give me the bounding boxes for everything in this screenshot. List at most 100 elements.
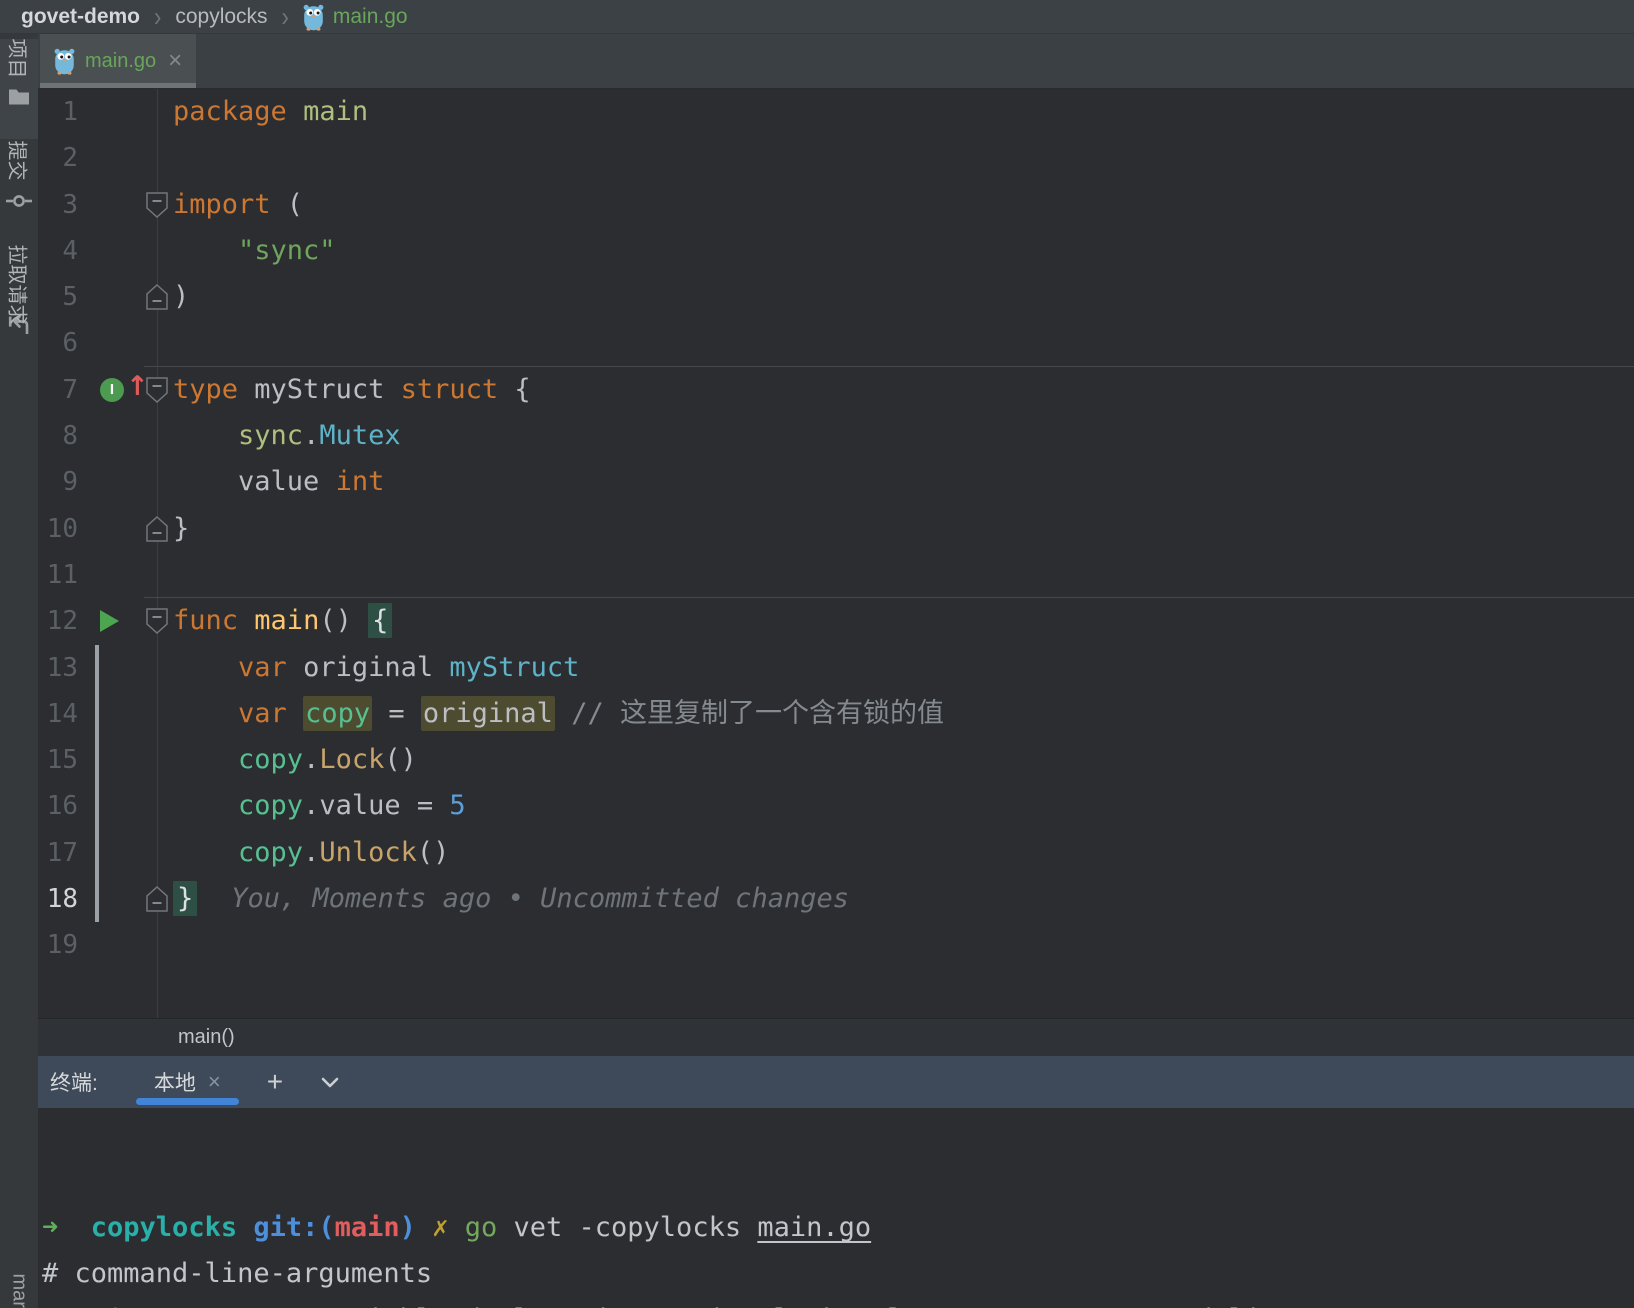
code-line-1: 1 package main xyxy=(38,89,1634,135)
gutter-change-marker xyxy=(95,737,99,784)
line-number[interactable]: 7 xyxy=(38,367,78,413)
terminal-line-3: ./main.go:14:13: variable declaration co… xyxy=(42,1297,1634,1308)
breadcrumb-file[interactable]: main.go xyxy=(333,5,408,29)
commit-icon xyxy=(6,189,32,213)
line-number[interactable]: 1 xyxy=(38,89,78,135)
code-editor[interactable]: 1 package main 2 3 import (4 "sync" 5) 6 7 I ↑ typ… xyxy=(38,89,1634,1018)
line-number[interactable]: 17 xyxy=(38,830,78,876)
code-text: "sync" xyxy=(238,234,336,266)
line-number[interactable]: 2 xyxy=(38,135,78,181)
line-number[interactable]: 6 xyxy=(38,320,78,366)
gutter-change-marker xyxy=(95,644,99,691)
code-line-9: 9 value int xyxy=(38,459,1634,505)
line-number[interactable]: 4 xyxy=(38,228,78,274)
code-text: package main xyxy=(173,96,369,127)
line-number[interactable]: 9 xyxy=(38,459,78,505)
go-file-icon xyxy=(303,4,324,31)
terminal-line-2: # command-line-arguments xyxy=(42,1258,433,1290)
line-number[interactable]: 19 xyxy=(38,922,78,968)
sidebar-item-pull-requests[interactable]: 拉取请求 xyxy=(0,245,38,337)
terminal-title: 终端: xyxy=(50,1072,98,1095)
line-number[interactable]: 12 xyxy=(38,598,78,644)
commit-label: 提交 xyxy=(5,140,28,181)
folder-icon xyxy=(8,87,30,106)
line-number[interactable]: 18 xyxy=(38,876,78,922)
code-line-11: 11 xyxy=(38,552,1634,598)
line-number[interactable]: 15 xyxy=(38,737,78,783)
tab-main-go[interactable]: main.go × xyxy=(40,34,197,88)
code-line-14: 14 var copy = original // 这里复制了一个含有锁的值 xyxy=(38,690,1634,738)
gutter-change-marker xyxy=(95,690,99,738)
code-line-12: 12 func main() { xyxy=(38,597,1634,644)
breadcrumb-project[interactable]: govet-demo xyxy=(21,5,140,29)
line-number[interactable]: 13 xyxy=(38,645,78,691)
fold-marker-end[interactable] xyxy=(146,515,168,542)
code-line-17: 17 copy.Unlock() xyxy=(38,829,1634,877)
terminal-output[interactable]: ➜ copylocks git:(main) ✗ go vet -copyloc… xyxy=(38,1108,1634,1308)
close-icon[interactable]: × xyxy=(208,1069,221,1095)
gutter-change-marker xyxy=(95,783,99,830)
code-text: } xyxy=(173,512,190,544)
footer-breadcrumb-main[interactable]: main() xyxy=(178,1026,235,1049)
breadcrumb-package[interactable]: copylocks xyxy=(175,5,267,29)
chevron-down-icon[interactable] xyxy=(317,1069,343,1095)
fold-marker-start[interactable] xyxy=(146,377,168,403)
code-text: copy.value = 5 xyxy=(238,790,466,822)
fold-marker-start[interactable] xyxy=(146,608,168,635)
line-number[interactable]: 8 xyxy=(38,413,78,459)
new-terminal-button[interactable]: + xyxy=(267,1068,283,1096)
ide-window: govet-demo › copylocks › main.go 项目 提交 拉… xyxy=(0,0,1634,1308)
line-number[interactable]: 3 xyxy=(38,182,78,228)
code-text: value int xyxy=(238,466,385,498)
close-icon[interactable]: × xyxy=(168,49,182,73)
file-location-link[interactable]: ./main.go:14:13 xyxy=(42,1304,286,1308)
sidebar-item-bookmarks[interactable]: marks xyxy=(8,1274,31,1308)
code-line-18: 18} You, Moments ago • Uncommitted change… xyxy=(38,876,1634,923)
code-text: var copy = original // 这里复制了一个含有锁的值 xyxy=(238,695,944,731)
code-text: import ( xyxy=(173,188,304,220)
line-number[interactable]: 10 xyxy=(38,506,78,552)
pull-requests-label: 拉取请求 xyxy=(5,244,28,325)
vcs-inlay-hint[interactable]: You, Moments ago • Uncommitted changes xyxy=(197,883,849,914)
code-line-13: 13 var original myStruct xyxy=(38,644,1634,691)
gutter-change-marker xyxy=(95,876,99,923)
terminal-header: 终端: 本地 × + xyxy=(38,1056,1634,1108)
code-line-8: 8 sync.Mutex xyxy=(38,413,1634,459)
active-terminal-tab-underline xyxy=(135,1098,239,1105)
code-line-4: 4 "sync" xyxy=(38,228,1634,274)
code-text: sync.Mutex xyxy=(238,420,401,452)
terminal-line-1: ➜ copylocks git:(main) ✗ go vet -copyloc… xyxy=(42,1212,872,1244)
code-text: ) xyxy=(173,281,190,313)
sidebar-item-project[interactable]: 项目 xyxy=(0,39,38,106)
code-text: copy.Unlock() xyxy=(238,836,450,868)
fold-marker-end[interactable] xyxy=(146,886,168,912)
run-icon[interactable] xyxy=(100,610,119,633)
code-line-10: 10} xyxy=(38,506,1634,552)
project-label: 项目 xyxy=(5,38,28,79)
go-file-icon xyxy=(54,48,75,75)
gutter-change-marker xyxy=(95,829,99,877)
breadcrumb-separator-icon: › xyxy=(154,0,162,32)
line-number[interactable]: 16 xyxy=(38,783,78,829)
code-line-15: 15 copy.Lock() xyxy=(38,737,1634,784)
tool-window-stripe: 项目 提交 拉取请求 marks xyxy=(0,34,38,1308)
editor-footer: main() xyxy=(38,1018,1634,1056)
terminal-tab-local[interactable]: 本地 × xyxy=(135,1056,239,1108)
editor-tab-bar: main.go × xyxy=(38,34,1634,89)
code-line-2: 2 xyxy=(38,135,1634,181)
sidebar-item-commit[interactable]: 提交 xyxy=(0,141,38,213)
line-number[interactable]: 11 xyxy=(38,552,78,598)
line-number[interactable]: 5 xyxy=(38,274,78,320)
fold-marker-end[interactable] xyxy=(146,284,168,310)
line-number[interactable]: 14 xyxy=(38,691,78,737)
code-line-16: 16 copy.value = 5 xyxy=(38,783,1634,830)
code-text: type myStruct struct { xyxy=(173,373,531,405)
implementation-icon[interactable]: I xyxy=(100,377,124,402)
fold-marker-start[interactable] xyxy=(146,191,168,218)
breadcrumb: govet-demo › copylocks › main.go xyxy=(0,0,1634,34)
code-line-3: 3 import ( xyxy=(38,182,1634,228)
tab-label: main.go xyxy=(85,49,157,72)
code-line-6: 6 xyxy=(38,320,1634,366)
code-text: func main() { xyxy=(173,598,393,644)
code-text: copy.Lock() xyxy=(238,744,417,776)
